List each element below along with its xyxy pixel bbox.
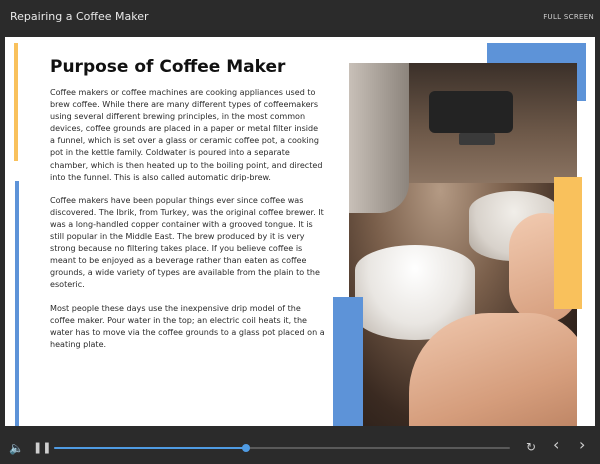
slide: Purpose of Coffee Maker Coffee makers or… [5, 37, 595, 426]
accent-bar-blue-bottom [333, 297, 363, 426]
photo-chrome [349, 63, 409, 213]
slide-content: Purpose of Coffee Maker Coffee makers or… [50, 57, 325, 362]
replay-icon[interactable]: ↻ [526, 441, 536, 453]
chevron-right-icon[interactable]: › [579, 437, 585, 453]
progress-track[interactable] [54, 444, 510, 452]
chevron-left-icon[interactable]: ‹ [553, 437, 559, 453]
progress-handle[interactable] [241, 444, 250, 452]
top-bar: Repairing a Coffee Maker FULL SCREEN [0, 0, 600, 37]
player-controls: 🔈 ❚❚ ↻ ‹ › [0, 430, 600, 464]
course-title: Repairing a Coffee Maker [10, 10, 149, 23]
progress-fill [54, 447, 246, 449]
accent-bar-yellow-right [554, 177, 582, 309]
volume-icon[interactable]: 🔈 [9, 442, 24, 454]
accent-bar-yellow [14, 43, 18, 161]
photo-spout [459, 133, 495, 145]
photo-nozzle [429, 91, 513, 133]
full-screen-button[interactable]: FULL SCREEN [543, 13, 594, 21]
paragraph: Most people these days use the inexpensi… [50, 303, 325, 349]
paragraph: Coffee makers have been popular things e… [50, 195, 324, 290]
pause-icon[interactable]: ❚❚ [33, 442, 51, 454]
accent-bar-blue [15, 181, 19, 426]
slide-heading: Purpose of Coffee Maker [50, 57, 286, 77]
coffee-machine-photo [349, 63, 577, 426]
course-player: Repairing a Coffee Maker FULL SCREEN Pur… [0, 0, 600, 464]
paragraph: Coffee makers or coffee machines are coo… [50, 88, 323, 182]
